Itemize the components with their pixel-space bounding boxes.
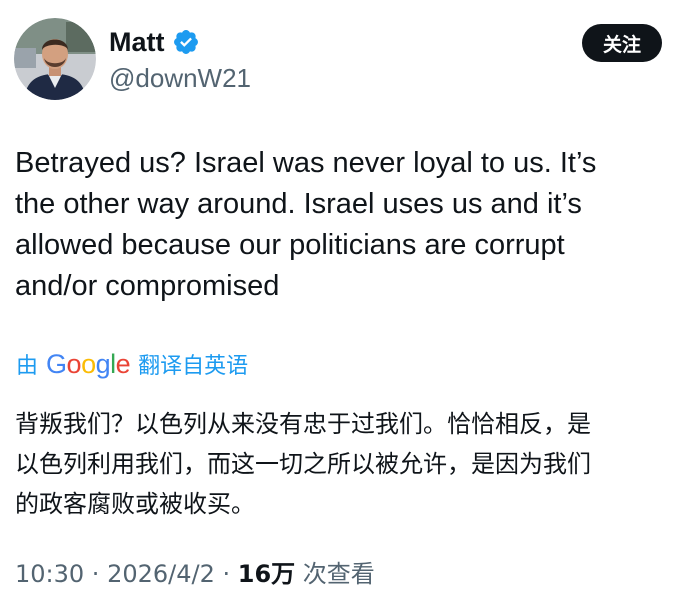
translate-prefix: 由 [16, 354, 39, 379]
google-logo-letter: g [95, 348, 111, 379]
author-display-name[interactable]: Matt [109, 26, 165, 58]
verified-badge-icon [173, 30, 198, 54]
translated-text-line: 的政客腐败或被收买。 [15, 490, 255, 518]
google-logo-icon: Google [46, 348, 131, 380]
google-logo-letter: o [66, 348, 82, 379]
translation-attribution[interactable]: 由 Google 翻译自英语 [16, 348, 248, 380]
avatar[interactable] [14, 18, 96, 100]
google-logo-letter: G [46, 348, 67, 379]
tweet-text-line: the other way around. Israel uses us and… [15, 188, 582, 220]
author-handle[interactable]: @downW21 [109, 62, 251, 94]
meta-separator: · [84, 560, 108, 588]
tweet-detail: Matt @downW21 关注 Betrayed us? Israel was… [0, 0, 690, 610]
views-count: 16万 [237, 560, 296, 588]
translate-suffix: 翻译自英语 [138, 354, 249, 379]
profile-photo-icon [14, 18, 96, 100]
tweet-text: Betrayed us? Israel was never loyal to u… [15, 143, 675, 307]
translated-text: 背叛我们？以色列从来没有忠于过我们。恰恰相反，是 以色列利用我们，而这一切之所以… [15, 404, 680, 524]
tweet-meta: 10:30 · 2026/4/2 · 16万 次查看 [15, 558, 375, 590]
tweet-text-line: and/or compromised [15, 270, 280, 302]
author-name-row[interactable]: Matt [109, 26, 200, 58]
tweet-date[interactable]: 2026/4/2 [107, 560, 215, 588]
tweet-text-line: Betrayed us? Israel was never loyal to u… [15, 147, 597, 179]
translated-text-line: 背叛我们？以色列从来没有忠于过我们。恰恰相反，是 [15, 410, 591, 438]
follow-button[interactable]: 关注 [582, 24, 662, 62]
google-logo-letter: o [81, 348, 96, 379]
views-label: 次查看 [295, 560, 375, 588]
meta-separator: · [214, 560, 238, 588]
translated-text-line: 以色列利用我们，而这一切之所以被允许，是因为我们 [15, 450, 591, 478]
tweet-text-line: allowed because our politicians are corr… [15, 229, 565, 261]
google-logo-letter: e [115, 348, 131, 379]
tweet-time[interactable]: 10:30 [15, 560, 84, 588]
